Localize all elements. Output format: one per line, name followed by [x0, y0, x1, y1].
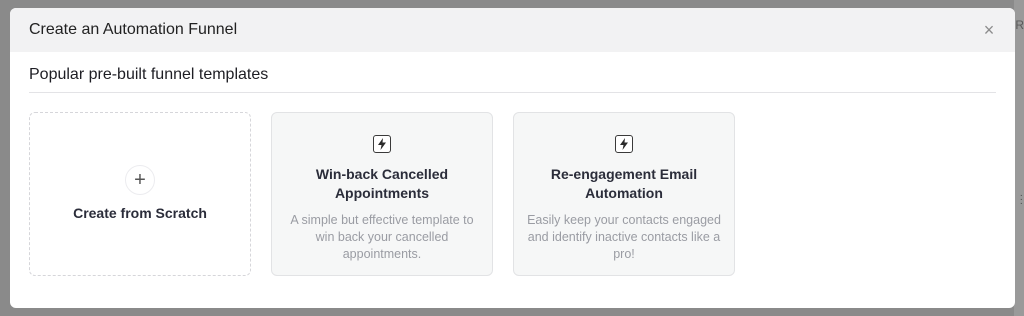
backdrop-text: R: [1015, 18, 1024, 32]
backdrop-edge: [1014, 0, 1024, 316]
lightning-bolt-icon: [373, 135, 391, 153]
modal-title: Create an Automation Funnel: [29, 21, 238, 38]
lightning-bolt-icon: [615, 135, 633, 153]
template-title: Re-engagement Email Automation: [550, 166, 698, 201]
create-from-scratch-card[interactable]: + Create from Scratch: [29, 112, 251, 276]
section-divider: [29, 92, 996, 93]
modal-header: Create an Automation Funnel ×: [10, 8, 1015, 52]
section-title: Popular pre-built funnel templates: [29, 66, 269, 83]
template-card-re-engagement[interactable]: Re-engagement Email Automation Easily ke…: [513, 112, 735, 276]
close-icon[interactable]: ×: [979, 20, 999, 40]
template-card-win-back[interactable]: Win-back Cancelled Appointments A simple…: [271, 112, 493, 276]
create-funnel-modal: Create an Automation Funnel × Popular pr…: [10, 8, 1015, 308]
template-description: A simple but effective template to win b…: [290, 213, 474, 261]
backdrop-more-icon: · · ·: [1019, 190, 1023, 209]
plus-icon: +: [125, 165, 155, 195]
create-from-scratch-label: Create from Scratch: [73, 205, 207, 221]
template-description: Easily keep your contacts engaged and id…: [527, 213, 721, 261]
template-title: Win-back Cancelled Appointments: [315, 166, 449, 201]
